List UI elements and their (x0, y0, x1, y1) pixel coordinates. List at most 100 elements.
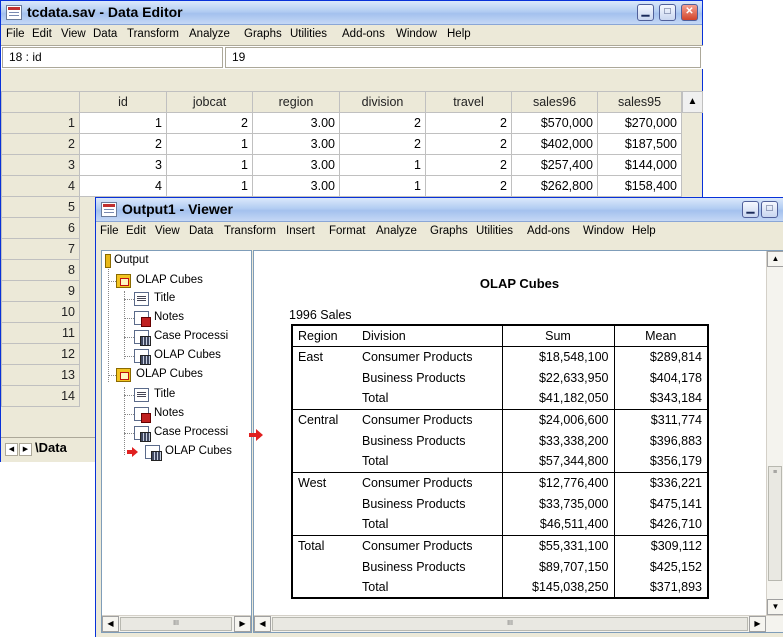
grid-cell[interactable]: 2 (79, 133, 167, 155)
column-header[interactable]: id (79, 91, 167, 113)
grid-cell[interactable]: 1 (166, 175, 253, 197)
scroll-left-icon[interactable]: ◀ (254, 616, 271, 632)
grid-cell[interactable]: $570,000 (511, 112, 598, 134)
scroll-right-icon[interactable]: ▶ (234, 616, 251, 632)
outline-pane[interactable]: Output OLAP Cubes Title Notes Case Proce… (101, 250, 252, 633)
menu-addons[interactable]: Add-ons (342, 28, 385, 40)
menu-utilities[interactable]: Utilities (290, 28, 327, 40)
menu-graphs[interactable]: Graphs (430, 225, 468, 237)
grid-cell[interactable]: 3.00 (252, 175, 340, 197)
tree-item-olap-cubes[interactable]: OLAP Cubes (136, 274, 203, 286)
grid-cell[interactable]: $262,800 (511, 175, 598, 197)
tree-item-title[interactable]: Title (154, 388, 175, 400)
editor-titlebar[interactable]: tcdata.sav - Data Editor ▁ □ ✕ (1, 1, 702, 25)
grid-cell[interactable]: 2 (166, 112, 253, 134)
content-vertical-scrollbar[interactable]: ▲ ≡ ▼ (766, 251, 783, 615)
menu-analyze[interactable]: Analyze (189, 28, 230, 40)
grid-cell[interactable]: $144,000 (597, 154, 682, 176)
minimize-icon[interactable]: ▁ (637, 4, 654, 21)
tree-item-case-processing[interactable]: Case Processi (154, 330, 228, 342)
menu-data[interactable]: Data (93, 28, 117, 40)
grid-cell[interactable]: 3 (79, 154, 167, 176)
grid-cell[interactable]: 2 (425, 133, 512, 155)
menu-addons[interactable]: Add-ons (527, 225, 570, 237)
menu-help[interactable]: Help (632, 225, 656, 237)
menu-transform[interactable]: Transform (127, 28, 179, 40)
menu-insert[interactable]: Insert (286, 225, 315, 237)
menu-graphs[interactable]: Graphs (244, 28, 282, 40)
column-header[interactable]: jobcat (166, 91, 253, 113)
row-number[interactable]: 5 (1, 196, 80, 218)
row-number[interactable]: 10 (1, 301, 80, 323)
grid-corner[interactable] (1, 91, 80, 113)
grid-cell[interactable]: 1 (79, 112, 167, 134)
scroll-thumb[interactable]: III (120, 617, 232, 631)
grid-cell[interactable]: 2 (339, 133, 426, 155)
tree-item-output[interactable]: Output (114, 254, 149, 266)
menu-view[interactable]: View (61, 28, 86, 40)
row-number[interactable]: 9 (1, 280, 80, 302)
row-number[interactable]: 1 (1, 112, 80, 134)
grid-cell[interactable]: 2 (425, 175, 512, 197)
output-content-pane[interactable]: OLAP Cubes 1996 Sales Region Division Su… (253, 250, 783, 633)
content-horizontal-scrollbar[interactable]: ◀ III ▶ (254, 615, 783, 632)
menu-format[interactable]: Format (329, 225, 365, 237)
column-header[interactable]: travel (425, 91, 512, 113)
menu-file[interactable]: File (100, 225, 119, 237)
tab-data-view[interactable]: \Data (35, 440, 67, 455)
tree-item-olap-cubes-table[interactable]: OLAP Cubes (165, 445, 232, 457)
row-number[interactable]: 4 (1, 175, 80, 197)
menu-analyze[interactable]: Analyze (376, 225, 417, 237)
row-number[interactable]: 8 (1, 259, 80, 281)
grid-cell[interactable]: $402,000 (511, 133, 598, 155)
maximize-icon[interactable]: □ (659, 4, 676, 21)
tree-item-olap-cubes-table[interactable]: OLAP Cubes (154, 349, 221, 361)
row-number[interactable]: 6 (1, 217, 80, 239)
row-number[interactable]: 12 (1, 343, 80, 365)
grid-cell[interactable]: 3.00 (252, 133, 340, 155)
output-viewer-window[interactable]: Output1 - Viewer ▁ □ File Edit View Data… (95, 197, 783, 637)
grid-cell[interactable]: 1 (339, 175, 426, 197)
outline-horizontal-scrollbar[interactable]: ◀ III ▶ (102, 615, 251, 632)
row-number[interactable]: 11 (1, 322, 80, 344)
row-number[interactable]: 14 (1, 385, 80, 407)
tree-item-olap-cubes[interactable]: OLAP Cubes (136, 368, 203, 380)
scroll-left-icon[interactable]: ◀ (102, 616, 119, 632)
menu-utilities[interactable]: Utilities (476, 225, 513, 237)
scroll-right-icon[interactable]: ▶ (749, 616, 766, 632)
grid-cell[interactable]: 1 (339, 154, 426, 176)
tab-prev-icon[interactable]: ◀ (5, 443, 18, 456)
row-number[interactable]: 3 (1, 154, 80, 176)
column-header[interactable]: sales96 (511, 91, 598, 113)
grid-cell[interactable]: 1 (166, 133, 253, 155)
grid-cell[interactable]: 4 (79, 175, 167, 197)
menu-file[interactable]: File (6, 28, 25, 40)
minimize-icon[interactable]: ▁ (742, 201, 759, 218)
column-header[interactable]: division (339, 91, 426, 113)
grid-cell[interactable]: 2 (339, 112, 426, 134)
grid-cell[interactable]: 3.00 (252, 154, 340, 176)
grid-cell[interactable]: 2 (425, 112, 512, 134)
scroll-thumb[interactable]: III (272, 617, 748, 631)
grid-cell[interactable]: 2 (425, 154, 512, 176)
row-number[interactable]: 13 (1, 364, 80, 386)
tree-item-title[interactable]: Title (154, 292, 175, 304)
menu-data[interactable]: Data (189, 225, 213, 237)
scroll-up-icon[interactable]: ▲ (682, 91, 703, 113)
grid-cell[interactable]: 3.00 (252, 112, 340, 134)
scroll-up-icon[interactable]: ▲ (767, 251, 783, 267)
grid-cell[interactable]: $270,000 (597, 112, 682, 134)
row-number[interactable]: 7 (1, 238, 80, 260)
menu-edit[interactable]: Edit (32, 28, 52, 40)
menu-window[interactable]: Window (583, 225, 624, 237)
maximize-icon[interactable]: □ (761, 201, 778, 218)
column-header[interactable]: region (252, 91, 340, 113)
viewer-titlebar[interactable]: Output1 - Viewer ▁ □ (96, 198, 783, 222)
tree-item-case-processing[interactable]: Case Processi (154, 426, 228, 438)
grid-cell[interactable]: $187,500 (597, 133, 682, 155)
menu-help[interactable]: Help (447, 28, 471, 40)
column-header[interactable]: sales95 (597, 91, 682, 113)
grid-cell[interactable]: $257,400 (511, 154, 598, 176)
grid-cell[interactable]: $158,400 (597, 175, 682, 197)
olap-pivot-table[interactable]: Region Division Sum Mean East Consumer P… (291, 324, 709, 599)
